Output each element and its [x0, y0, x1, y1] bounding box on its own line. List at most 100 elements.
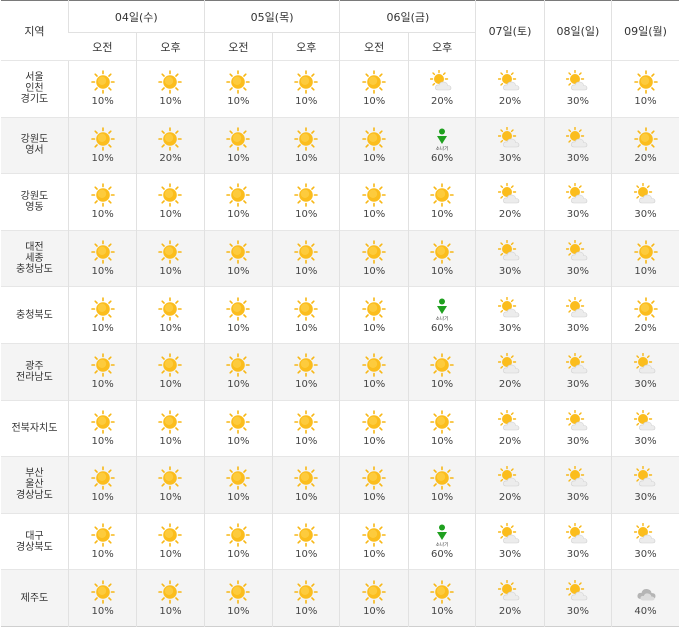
forecast-cell: 40%: [611, 569, 679, 627]
precip-probability: 10%: [363, 379, 386, 391]
forecast-cell: 20%: [611, 286, 679, 344]
region-name-line: 전북자치도: [11, 422, 58, 434]
pm-header: 오후: [407, 32, 476, 61]
forecast-cell: 10%: [203, 342, 273, 401]
forecast-cell: 10%: [339, 60, 409, 118]
sunny-icon: [226, 70, 251, 96]
region-name-line: 인천: [25, 83, 44, 95]
region-row: 부산 울산 경상남도 10% 10% 10% 10% 10% 10% 20% 30% 30%: [1, 456, 679, 514]
sunny-icon: [90, 523, 115, 549]
forecast-cell: 10%: [272, 569, 340, 627]
forecast-cell: 10%: [272, 229, 340, 287]
region-name-line: 제주도: [20, 592, 49, 604]
precip-probability: 10%: [227, 492, 250, 504]
precip-probability: 10%: [295, 605, 318, 617]
precip-probability: 40%: [634, 605, 657, 617]
precip-probability: 10%: [363, 209, 386, 221]
sunny-icon: [158, 296, 183, 323]
partly-cloudy-icon: [497, 240, 522, 266]
region-name-line: 충청남도: [16, 264, 53, 276]
sunny-icon: [430, 240, 454, 266]
forecast-cell: 10%: [67, 286, 137, 344]
forecast-cell: 10%: [272, 286, 340, 344]
precip-probability: 10%: [159, 435, 182, 447]
svg-text:소나기: 소나기: [436, 541, 449, 547]
sunny-icon: [226, 296, 251, 323]
forecast-cell: 소나기 60%: [407, 512, 476, 570]
sunny-icon: [158, 70, 183, 96]
sunny-icon: [362, 523, 386, 549]
precip-probability: 10%: [295, 322, 318, 334]
sunny-icon: [362, 127, 386, 153]
sunny-icon: [158, 410, 183, 436]
precip-probability: 10%: [91, 152, 114, 164]
region-name-line: 경기도: [20, 94, 49, 106]
sunny-icon: [90, 579, 115, 606]
region-name-line: 경상북도: [16, 541, 53, 553]
sunny-icon: [226, 353, 251, 379]
forecast-cell: 10%: [272, 456, 340, 514]
forecast-cell: 10%: [272, 512, 340, 570]
partly-cloudy-icon: [565, 466, 590, 492]
forecast-cell: 10%: [67, 116, 137, 174]
precip-probability: 30%: [498, 152, 522, 164]
forecast-cell: 10%: [67, 399, 137, 457]
precip-probability: 60%: [430, 152, 454, 164]
forecast-cell: 20%: [475, 399, 545, 457]
sunny-icon: [158, 127, 183, 153]
forecast-cell: 30%: [475, 229, 545, 287]
region-row: 전북자치도 10% 10% 10% 10% 10% 10% 20% 30% 30%: [1, 399, 679, 457]
forecast-cell: 30%: [543, 569, 612, 627]
forecast-cell: 10%: [67, 456, 137, 514]
pm-header: 오후: [136, 32, 205, 61]
region-name-line: 대구: [25, 530, 44, 542]
sunny-icon: [226, 466, 251, 492]
precip-probability: 10%: [363, 322, 386, 334]
forecast-cell: 10%: [136, 456, 205, 514]
precip-probability: 10%: [430, 605, 454, 617]
precip-probability: 10%: [91, 435, 114, 447]
sunny-icon: [362, 410, 386, 436]
precip-probability: 20%: [634, 322, 657, 334]
partly-cloudy-icon: [497, 353, 522, 379]
precip-probability: 30%: [566, 209, 589, 221]
sunny-icon: [362, 466, 386, 492]
precip-probability: 10%: [430, 209, 454, 221]
forecast-cell: 10%: [67, 512, 137, 570]
sunny-icon: [430, 579, 454, 606]
forecast-cell: 10%: [339, 569, 409, 627]
sunny-icon: [294, 183, 319, 209]
region-name-line: 울산: [25, 479, 44, 491]
precip-probability: 30%: [634, 492, 657, 504]
pm-header: 오후: [272, 32, 340, 61]
forecast-cell: 10%: [67, 60, 137, 118]
precip-probability: 10%: [91, 266, 114, 278]
precip-probability: 20%: [498, 96, 522, 108]
region-row: 대구 경상북도 10% 10% 10% 10% 10% 소나기 60% 30% 30% 30%: [1, 512, 679, 570]
region-name-line: 광주: [25, 360, 44, 372]
precip-probability: 10%: [430, 492, 454, 504]
sunny-icon: [294, 466, 319, 492]
sunny-icon: [158, 183, 183, 209]
forecast-cell: 10%: [203, 229, 273, 287]
partly-cloudy-icon: [497, 409, 522, 436]
partly-cloudy-icon: [565, 126, 590, 153]
forecast-cell: 20%: [475, 569, 545, 627]
sunny-icon: [430, 410, 454, 436]
partly-cloudy-icon: [497, 183, 522, 209]
forecast-cell: 30%: [543, 229, 612, 287]
region-row: 충청북도 10% 10% 10% 10% 10% 소나기 60% 30% 30% 20%: [1, 286, 679, 344]
precip-probability: 10%: [295, 549, 318, 561]
forecast-cell: 10%: [339, 342, 409, 401]
forecast-cell: 10%: [136, 286, 205, 344]
precip-probability: 10%: [363, 435, 386, 447]
forecast-cell: 10%: [67, 173, 137, 231]
sunny-icon: [633, 127, 658, 153]
am-header: 오전: [203, 32, 273, 61]
sunny-icon: [430, 353, 454, 379]
precip-probability: 30%: [634, 209, 657, 221]
region-header: 지역: [1, 0, 69, 61]
sunny-icon: [430, 183, 454, 209]
partly-cloudy-icon: [565, 296, 590, 323]
region-row: 대전 세종 충청남도 10% 10% 10% 10% 10% 10% 30% 30% 10%: [1, 229, 679, 287]
